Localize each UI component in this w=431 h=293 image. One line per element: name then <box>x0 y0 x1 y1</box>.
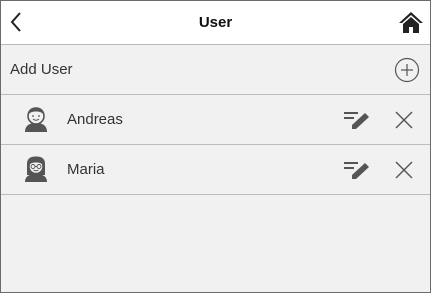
edit-user-button[interactable] <box>343 158 371 182</box>
user-name: Maria <box>67 161 105 178</box>
home-icon <box>398 10 424 34</box>
edit-icon <box>343 108 371 132</box>
edit-user-button[interactable] <box>343 108 371 132</box>
close-icon <box>393 159 415 181</box>
user-list: Andreas Maria <box>1 95 430 195</box>
app-window: User Add User Andreas Maria <box>0 0 431 293</box>
female-avatar-icon <box>23 156 49 182</box>
user-row-maria[interactable]: Maria <box>1 145 430 195</box>
close-icon <box>393 109 415 131</box>
delete-user-button[interactable] <box>393 159 415 181</box>
add-user-button[interactable] <box>394 57 420 83</box>
plus-circle-icon <box>394 57 420 83</box>
edit-icon <box>343 158 371 182</box>
header-bar: User <box>1 1 430 45</box>
delete-user-button[interactable] <box>393 109 415 131</box>
add-user-row[interactable]: Add User <box>1 45 430 95</box>
home-button[interactable] <box>398 10 424 34</box>
add-user-label: Add User <box>10 61 73 78</box>
user-name: Andreas <box>67 111 123 128</box>
page-title: User <box>198 14 233 31</box>
male-avatar-icon <box>23 106 49 132</box>
user-row-andreas[interactable]: Andreas <box>1 95 430 145</box>
